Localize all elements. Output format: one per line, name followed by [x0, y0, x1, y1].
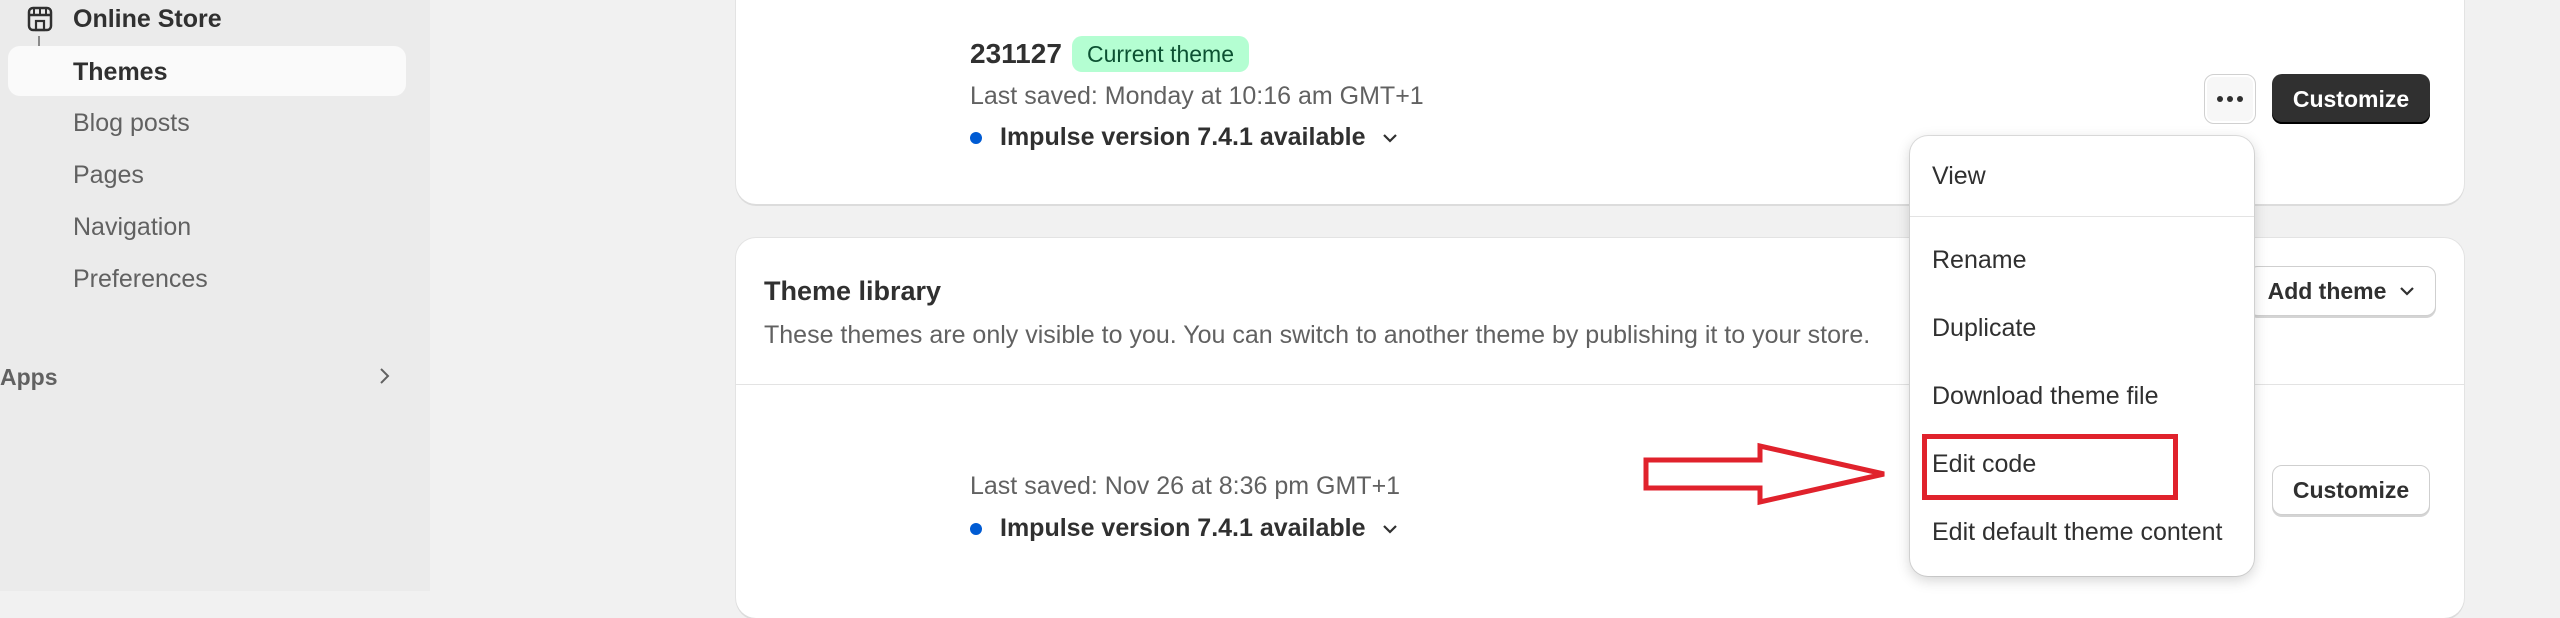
menu-item-view[interactable]: View	[1932, 162, 1986, 191]
section-title: Theme library	[764, 276, 942, 306]
sidebar-item-navigation[interactable]: Navigation	[73, 215, 191, 240]
version-notice[interactable]: Impulse version 7.4.1 available	[970, 123, 1399, 152]
status-dot-icon	[970, 522, 982, 535]
menu-item-rename[interactable]: Rename	[1932, 246, 2027, 275]
sidebar-item-pages[interactable]: Pages	[73, 163, 144, 188]
chevron-down-icon	[1381, 132, 1399, 144]
sidebar-item-online-store[interactable]: Online Store	[24, 0, 222, 38]
menu-item-edit-default-theme-content[interactable]: Edit default theme content	[1932, 518, 2222, 547]
chevron-down-icon	[2398, 285, 2416, 297]
customize-button[interactable]: Customize	[2272, 465, 2430, 515]
add-theme-label: Add theme	[2267, 277, 2387, 304]
chevron-right-icon	[378, 364, 392, 395]
store-icon	[24, 3, 56, 35]
more-actions-menu: View Rename Duplicate Download theme fil…	[1910, 136, 2254, 576]
last-saved-text: Last saved: Nov 26 at 8:36 pm GMT+1	[970, 472, 1401, 500]
sidebar-item-label: Apps	[0, 364, 58, 390]
sidebar-item-preferences[interactable]: Preferences	[73, 267, 208, 292]
sidebar-item-label: Themes	[73, 58, 168, 86]
annotation-arrow	[1643, 442, 1885, 506]
more-actions-button[interactable]	[2204, 74, 2256, 124]
add-theme-button[interactable]: Add theme	[2248, 266, 2436, 316]
version-notice[interactable]: Impulse version 7.4.1 available	[970, 514, 1399, 543]
version-label: Impulse version 7.4.1 available	[1000, 123, 1366, 151]
sidebar-item-blog-posts[interactable]: Blog posts	[73, 111, 190, 136]
sidebar: Online Store Themes Blog posts Pages Nav…	[0, 0, 430, 591]
ellipsis-icon	[2216, 90, 2244, 108]
theme-name: 231127	[970, 38, 1062, 69]
chevron-down-icon	[1381, 523, 1399, 535]
sidebar-item-themes[interactable]: Themes	[8, 46, 406, 96]
customize-button[interactable]: Customize	[2272, 74, 2430, 124]
last-saved-text: Last saved: Monday at 10:16 am GMT+1	[970, 82, 1424, 110]
version-label: Impulse version 7.4.1 available	[1000, 514, 1366, 542]
annotation-highlight-box	[1922, 434, 2178, 500]
status-badge: Current theme	[1072, 36, 1250, 72]
menu-item-duplicate[interactable]: Duplicate	[1932, 314, 2036, 343]
menu-divider	[1910, 216, 2254, 217]
section-description: These themes are only visible to you. Yo…	[764, 321, 1871, 349]
menu-item-download-theme-file[interactable]: Download theme file	[1932, 382, 2159, 411]
status-dot-icon	[970, 131, 982, 144]
sidebar-item-label: Online Store	[73, 4, 222, 33]
sidebar-item-apps[interactable]: Apps	[0, 362, 400, 392]
